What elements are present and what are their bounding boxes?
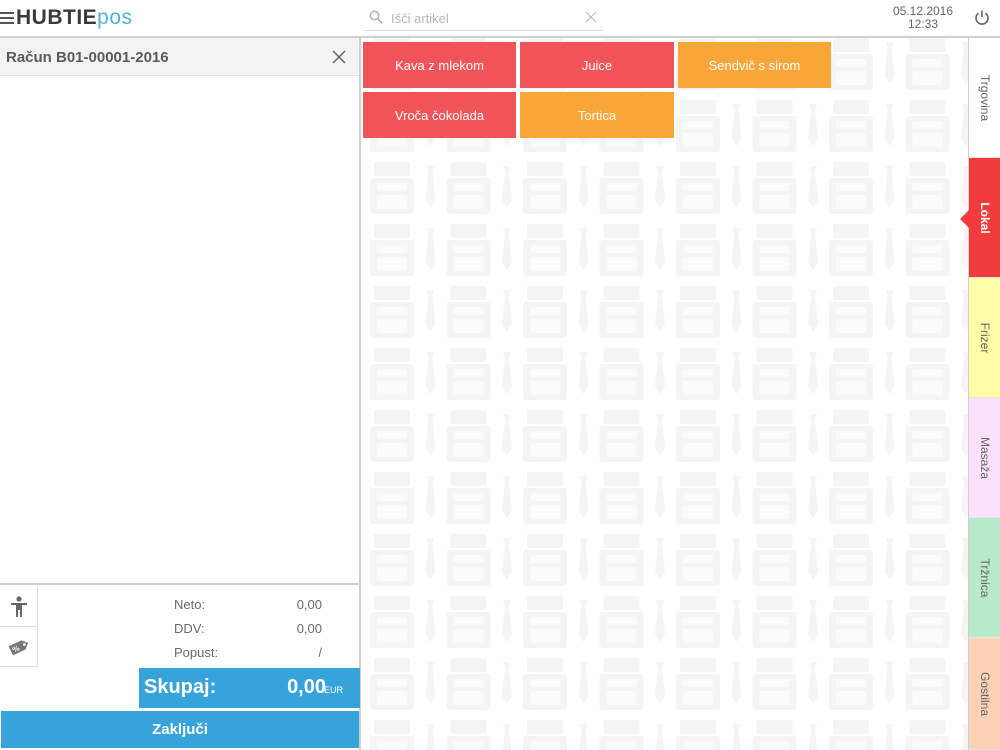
total-value: 0,00 [287, 676, 326, 698]
tab-label: Frizer [978, 322, 992, 353]
receipt-title: Račun B01-00001-2016 [6, 49, 169, 66]
clear-search-icon[interactable] [585, 11, 597, 23]
datetime: 05.12.2016 12:33 [880, 5, 966, 31]
finish-button[interactable]: Zaključi [1, 711, 359, 748]
tab-label: Tržnica [978, 558, 992, 597]
time-text: 12:33 [907, 17, 939, 31]
tab-trznica[interactable]: Tržnica [969, 518, 1000, 638]
product-tile[interactable]: Tortica [520, 92, 674, 138]
category-tabs: Trgovina Lokal Frizer Masaža Tržnica Gos… [960, 38, 1000, 750]
tab-label: Trgovina [978, 74, 992, 121]
total-currency: EUR [323, 685, 343, 695]
total-box: Skupaj: 0,00 EUR [139, 668, 360, 708]
tab-masaza[interactable]: Masaža [969, 398, 1000, 518]
discount-button[interactable]: % [0, 627, 38, 667]
logo-sub: pos [97, 6, 133, 29]
search-bar [363, 6, 603, 31]
power-icon[interactable] [974, 9, 990, 25]
popust-label: Popust: [174, 645, 219, 660]
hamburger-icon[interactable] [0, 10, 14, 26]
receipt-summary: % Neto: 0,00 DDV: 0,00 Popust: / Skupaj:… [0, 583, 360, 708]
tab-label: Lokal [978, 201, 992, 234]
customer-button[interactable] [0, 587, 38, 627]
neto-value: 0,00 [296, 597, 322, 612]
product-tile[interactable]: Juice [520, 42, 674, 88]
product-tile[interactable]: Sendvič s sirom [678, 42, 831, 88]
popust-value: / [318, 645, 322, 660]
search-input[interactable] [391, 8, 571, 28]
receipt-items-list [0, 76, 359, 620]
tab-label: Masaža [978, 436, 992, 479]
discount-tag-icon: % [8, 639, 28, 655]
product-tile[interactable]: Vroča čokolada [363, 92, 516, 138]
close-icon[interactable] [331, 49, 347, 65]
ddv-label: DDV: [174, 621, 205, 636]
tab-label: Gostilna [978, 671, 992, 716]
tab-frizer[interactable]: Frizer [969, 278, 1000, 398]
product-tile[interactable]: Kava z mlekom [363, 42, 516, 88]
tab-lokal[interactable]: Lokal [960, 158, 1000, 278]
tab-gostilna[interactable]: Gostilna [969, 638, 1000, 750]
receipt-header: Račun B01-00001-2016 [0, 38, 359, 76]
total-label: Skupaj: [144, 676, 217, 698]
products-area: Kava z mlekom Juice Sendvič s sirom Vroč… [362, 38, 968, 750]
receipt-panel: Račun B01-00001-2016 % Neto: 0,00 DDV: 0… [0, 38, 361, 750]
logo-main: HUBTIE [16, 6, 98, 29]
background-pattern [362, 38, 968, 750]
neto-label: Neto: [174, 597, 206, 612]
search-icon [369, 10, 383, 24]
app-logo: HUBTIEpos [16, 6, 133, 30]
person-icon [10, 595, 27, 617]
tab-trgovina[interactable]: Trgovina [969, 38, 1000, 158]
active-tab-pointer [960, 210, 969, 228]
top-bar: HUBTIEpos 05.12.2016 12:33 [0, 0, 1000, 38]
ddv-value: 0,00 [296, 621, 322, 636]
